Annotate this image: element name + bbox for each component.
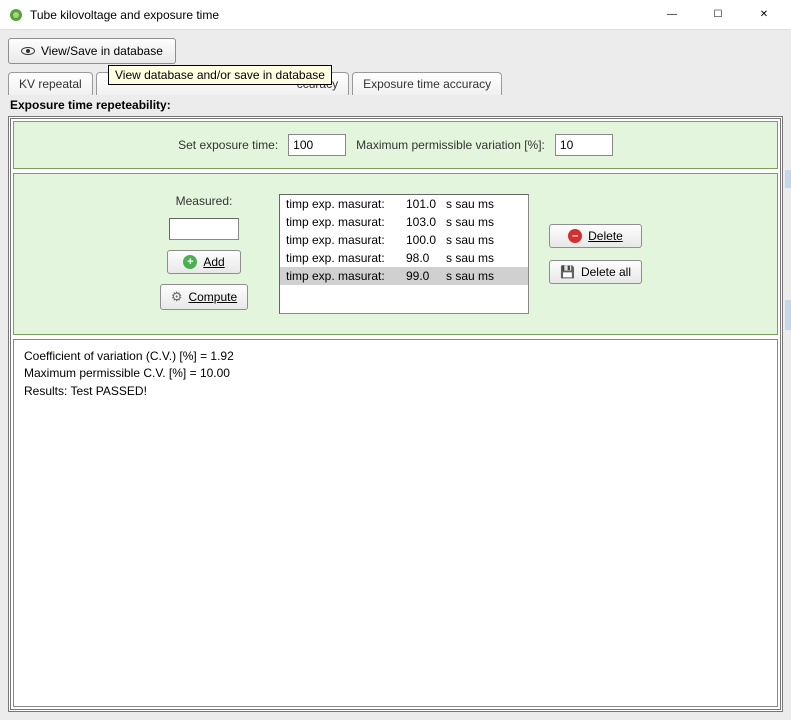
list-item[interactable]: timp exp. masurat:100.0 s sau ms xyxy=(280,231,528,249)
minimize-button[interactable]: — xyxy=(649,1,695,29)
results-line1: Coefficient of variation (C.V.) [%] = 1.… xyxy=(24,349,234,363)
compute-button[interactable]: Compute xyxy=(160,284,248,310)
gear-icon xyxy=(171,289,183,305)
view-save-label: View/Save in database xyxy=(41,44,163,58)
list-item-unit: s sau ms xyxy=(446,197,522,211)
measurement-panel: Measured: + Add Compute timp exp. masura… xyxy=(13,173,778,335)
add-button[interactable]: + Add xyxy=(167,250,241,274)
disk-icon xyxy=(560,265,575,279)
list-item-value: 100.0 xyxy=(406,233,446,247)
parameters-panel: Set exposure time: Maximum permissible v… xyxy=(13,121,778,169)
delete-button[interactable]: – Delete xyxy=(549,224,642,248)
toolbar: View/Save in database View database and/… xyxy=(8,38,783,64)
list-item-value: 99.0 xyxy=(406,269,446,283)
results-line2: Maximum permissible C.V. [%] = 10.00 xyxy=(24,366,230,380)
tooltip: View database and/or save in database xyxy=(108,65,332,85)
list-item-label: timp exp. masurat: xyxy=(286,251,406,265)
view-save-button[interactable]: View/Save in database xyxy=(8,38,176,64)
close-button[interactable]: ✕ xyxy=(741,1,787,29)
list-item-unit: s sau ms xyxy=(446,233,522,247)
section-title: Exposure time repeteability: xyxy=(10,98,781,112)
add-icon: + xyxy=(183,255,197,269)
list-item-value: 101.0 xyxy=(406,197,446,211)
tab-exposure-accuracy[interactable]: Exposure time accuracy xyxy=(352,72,502,95)
list-item-unit: s sau ms xyxy=(446,215,522,229)
delete-label: Delete xyxy=(588,229,623,243)
list-item-label: timp exp. masurat: xyxy=(286,197,406,211)
set-exposure-label: Set exposure time: xyxy=(178,138,278,152)
list-item[interactable]: timp exp. masurat:103.0 s sau ms xyxy=(280,213,528,231)
list-item-value: 98.0 xyxy=(406,251,446,265)
window-controls: — ☐ ✕ xyxy=(649,1,787,29)
compute-label: Compute xyxy=(188,290,237,304)
titlebar: Tube kilovoltage and exposure time — ☐ ✕ xyxy=(0,0,791,30)
measured-label: Measured: xyxy=(176,194,233,208)
add-label: Add xyxy=(203,255,224,269)
maximize-button[interactable]: ☐ xyxy=(695,1,741,29)
tab-kv-repeat[interactable]: KV repeatal xyxy=(8,72,93,95)
max-var-label: Maximum permissible variation [%]: xyxy=(356,138,545,152)
list-item[interactable]: timp exp. masurat:98.0 s sau ms xyxy=(280,249,528,267)
list-item-label: timp exp. masurat: xyxy=(286,269,406,283)
side-handle xyxy=(785,300,791,330)
measured-input[interactable] xyxy=(169,218,239,240)
list-item-value: 103.0 xyxy=(406,215,446,229)
results-panel: Coefficient of variation (C.V.) [%] = 1.… xyxy=(13,339,778,707)
delete-all-button[interactable]: Delete all xyxy=(549,260,642,284)
list-item-unit: s sau ms xyxy=(446,251,522,265)
list-item[interactable]: timp exp. masurat:101.0 s sau ms xyxy=(280,195,528,213)
measurement-list[interactable]: timp exp. masurat:101.0 s sau mstimp exp… xyxy=(279,194,529,314)
list-item-unit: s sau ms xyxy=(446,269,522,283)
max-var-input[interactable] xyxy=(555,134,613,156)
results-line3: Results: Test PASSED! xyxy=(24,384,147,398)
side-handle-2 xyxy=(785,170,791,188)
window-title: Tube kilovoltage and exposure time xyxy=(30,8,649,22)
list-item[interactable]: timp exp. masurat:99.0 s sau ms xyxy=(280,267,528,285)
list-item-label: timp exp. masurat: xyxy=(286,215,406,229)
eye-icon xyxy=(21,47,35,55)
delete-all-label: Delete all xyxy=(581,265,631,279)
list-item-label: timp exp. masurat: xyxy=(286,233,406,247)
set-exposure-input[interactable] xyxy=(288,134,346,156)
panel-outer: Set exposure time: Maximum permissible v… xyxy=(8,116,783,712)
app-icon xyxy=(8,7,24,23)
delete-icon: – xyxy=(568,229,582,243)
